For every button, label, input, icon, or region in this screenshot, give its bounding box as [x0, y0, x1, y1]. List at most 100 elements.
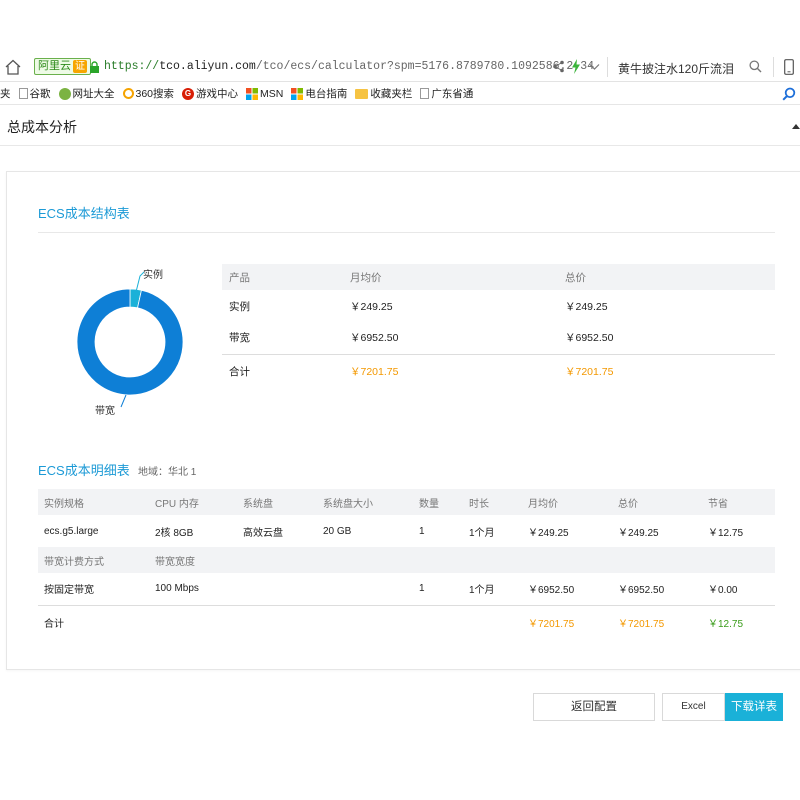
cost-structure-donut-chart: 实例 带宽 — [76, 268, 184, 417]
cell-cpu-mem: 2核 8GB — [155, 527, 194, 539]
chevron-down-icon[interactable] — [589, 61, 600, 72]
share-icon[interactable] — [552, 60, 565, 73]
cell-total-total: ￥7201.75 — [612, 604, 702, 639]
cell-total: ￥6952.50 — [565, 332, 614, 345]
cell-total-label: 合计 — [222, 353, 343, 388]
page-icon — [420, 88, 430, 99]
header-disk-size: 系统盘大小 — [317, 489, 413, 515]
page-title: 总成本分析 — [7, 119, 77, 135]
detail-section-title: ECS成本明细表 — [38, 463, 130, 478]
region-label: 地域：华北 1 — [138, 467, 197, 478]
header-disk: 系统盘 — [237, 489, 317, 515]
divider — [607, 57, 608, 77]
back-to-config-button[interactable]: 返回配置 — [533, 693, 655, 721]
browser-top-area — [0, 0, 800, 52]
cell-saving: ￥0.00 — [708, 585, 738, 597]
favorite-item[interactable]: 夹 — [0, 86, 11, 101]
favorite-label: 游戏中心 — [196, 88, 239, 100]
cell-monthly: ￥249.25 — [528, 527, 569, 539]
360-search-icon — [122, 88, 134, 99]
web-directory-icon — [58, 87, 71, 100]
url-field[interactable]: https://tco.aliyun.com/tco/ecs/calculato… — [104, 60, 594, 73]
header-qty: 数量 — [413, 489, 463, 515]
table-header-row: 实例规格 CPU 内存 系统盘 系统盘大小 数量 时长 月均价 总价 节省 — [38, 489, 775, 515]
cost-structure-table: 产品 月均价 总价 实例 ￥249.25 ￥249.25 带宽 ￥6952.50… — [222, 264, 775, 388]
table-row: 实例 ￥249.25 ￥249.25 — [222, 290, 775, 322]
cell-qty: 1 — [419, 583, 425, 595]
favorite-item[interactable]: G 游戏中心 — [182, 86, 238, 101]
folder-icon — [355, 88, 369, 99]
lock-icon — [90, 61, 99, 73]
favorite-label: 360搜索 — [135, 88, 175, 100]
cost-detail-table: 实例规格 CPU 内存 系统盘 系统盘大小 数量 时长 月均价 总价 节省 ec… — [38, 489, 775, 639]
search-icon[interactable] — [749, 60, 762, 73]
collapse-arrow-icon[interactable] — [792, 124, 800, 129]
cell-total-total: ￥7201.75 — [558, 353, 775, 388]
cell-product: 实例 — [229, 300, 250, 313]
bandwidth-leader-line — [120, 394, 127, 408]
excel-button[interactable]: Excel — [662, 693, 725, 721]
favorite-label: 电台指南 — [305, 88, 348, 100]
cell-qty: 1 — [419, 525, 425, 537]
header-spec: 实例规格 — [38, 489, 149, 515]
favorite-item[interactable]: 360搜索 — [122, 86, 175, 101]
donut-label-bandwidth: 带宽 — [95, 404, 115, 417]
table-row: 按固定带宽 100 Mbps 1 1个月 ￥6952.50 ￥6952.50 ￥… — [38, 573, 775, 605]
header-bw-width: 带宽宽度 — [149, 547, 237, 573]
cell-monthly: ￥6952.50 — [528, 585, 575, 597]
favorite-label: 网址大全 — [72, 88, 115, 100]
header-duration: 时长 — [463, 489, 522, 515]
divider — [773, 57, 774, 77]
favorite-item[interactable]: 收藏夹栏 — [355, 86, 412, 101]
cell-monthly: ￥249.25 — [350, 300, 393, 313]
cell-total: ￥249.25 — [565, 300, 608, 313]
header-cpu-mem: CPU 内存 — [149, 489, 237, 515]
header-monthly: 月均价 — [522, 489, 612, 515]
address-bar: 阿里云证 https://tco.aliyun.com/tco/ecs/calc… — [0, 52, 800, 82]
favorite-item[interactable]: 电台指南 — [291, 86, 347, 101]
favorite-item[interactable]: 网址大全 — [58, 86, 115, 101]
cell-spec: ecs.g5.large — [44, 525, 99, 537]
search-icon[interactable] — [782, 87, 796, 101]
table-header-row: 产品 月均价 总价 — [222, 264, 775, 290]
favorites-bar: 夹 谷歌 网址大全 360搜索 G 游戏中心 MSN 电台指南 收藏夹栏 广东省通 — [0, 83, 800, 105]
favorite-item[interactable]: 广东省通 — [420, 86, 473, 101]
cert-label: 阿里云 — [38, 60, 71, 72]
favorite-item[interactable]: MSN — [246, 87, 284, 100]
cell-total-label: 合计 — [38, 604, 149, 639]
cell-monthly: ￥6952.50 — [350, 332, 399, 345]
favorite-label: MSN — [260, 87, 284, 100]
total-row: 合计 ￥7201.75 ￥7201.75 — [222, 353, 775, 388]
bandwidth-header-row: 带宽计费方式 带宽宽度 — [38, 547, 775, 573]
url-scheme: https:// — [104, 60, 160, 73]
favorite-label: 收藏夹栏 — [370, 88, 413, 100]
total-row: 合计 ￥7201.75 ￥7201.75 ￥12.75 — [38, 604, 775, 639]
cell-disk-size: 20 GB — [323, 525, 352, 537]
section-divider — [38, 232, 775, 233]
mobile-icon[interactable] — [784, 59, 794, 75]
donut-slice-bandwidth — [76, 288, 184, 396]
cell-bw-mode: 按固定带宽 — [44, 585, 94, 597]
header-product: 产品 — [222, 264, 343, 290]
download-details-button[interactable]: 下载详表 — [725, 693, 783, 721]
cell-total: ￥6952.50 — [618, 585, 665, 597]
cell-total: ￥249.25 — [618, 527, 659, 539]
url-path: /tco/ecs/calculator?spm=5176.8789780.109… — [255, 60, 594, 73]
cell-total-monthly: ￥7201.75 — [343, 353, 558, 388]
header-total: 总价 — [612, 489, 702, 515]
table-row: 带宽 ￥6952.50 ￥6952.50 — [222, 322, 775, 354]
cell-total-monthly: ￥7201.75 — [522, 604, 612, 639]
site-certificate-badge[interactable]: 阿里云证 — [34, 58, 91, 75]
header-saving: 节省 — [702, 489, 775, 515]
lightning-icon[interactable] — [571, 59, 581, 74]
favorite-label: 谷歌 — [29, 88, 51, 100]
browser-search-input[interactable]: 黄牛披注水120斤流泪 — [618, 60, 734, 77]
header-bw-mode: 带宽计费方式 — [38, 547, 149, 573]
home-icon[interactable] — [4, 58, 22, 76]
msn-icon — [246, 87, 259, 100]
table-row: ecs.g5.large 2核 8GB 高效云盘 20 GB 1 1个月 ￥24… — [38, 515, 775, 547]
favorite-item[interactable]: 谷歌 — [18, 86, 51, 101]
cell-duration: 1个月 — [469, 585, 495, 597]
header-total: 总价 — [558, 264, 775, 290]
donut-label-instance: 实例 — [143, 268, 163, 281]
